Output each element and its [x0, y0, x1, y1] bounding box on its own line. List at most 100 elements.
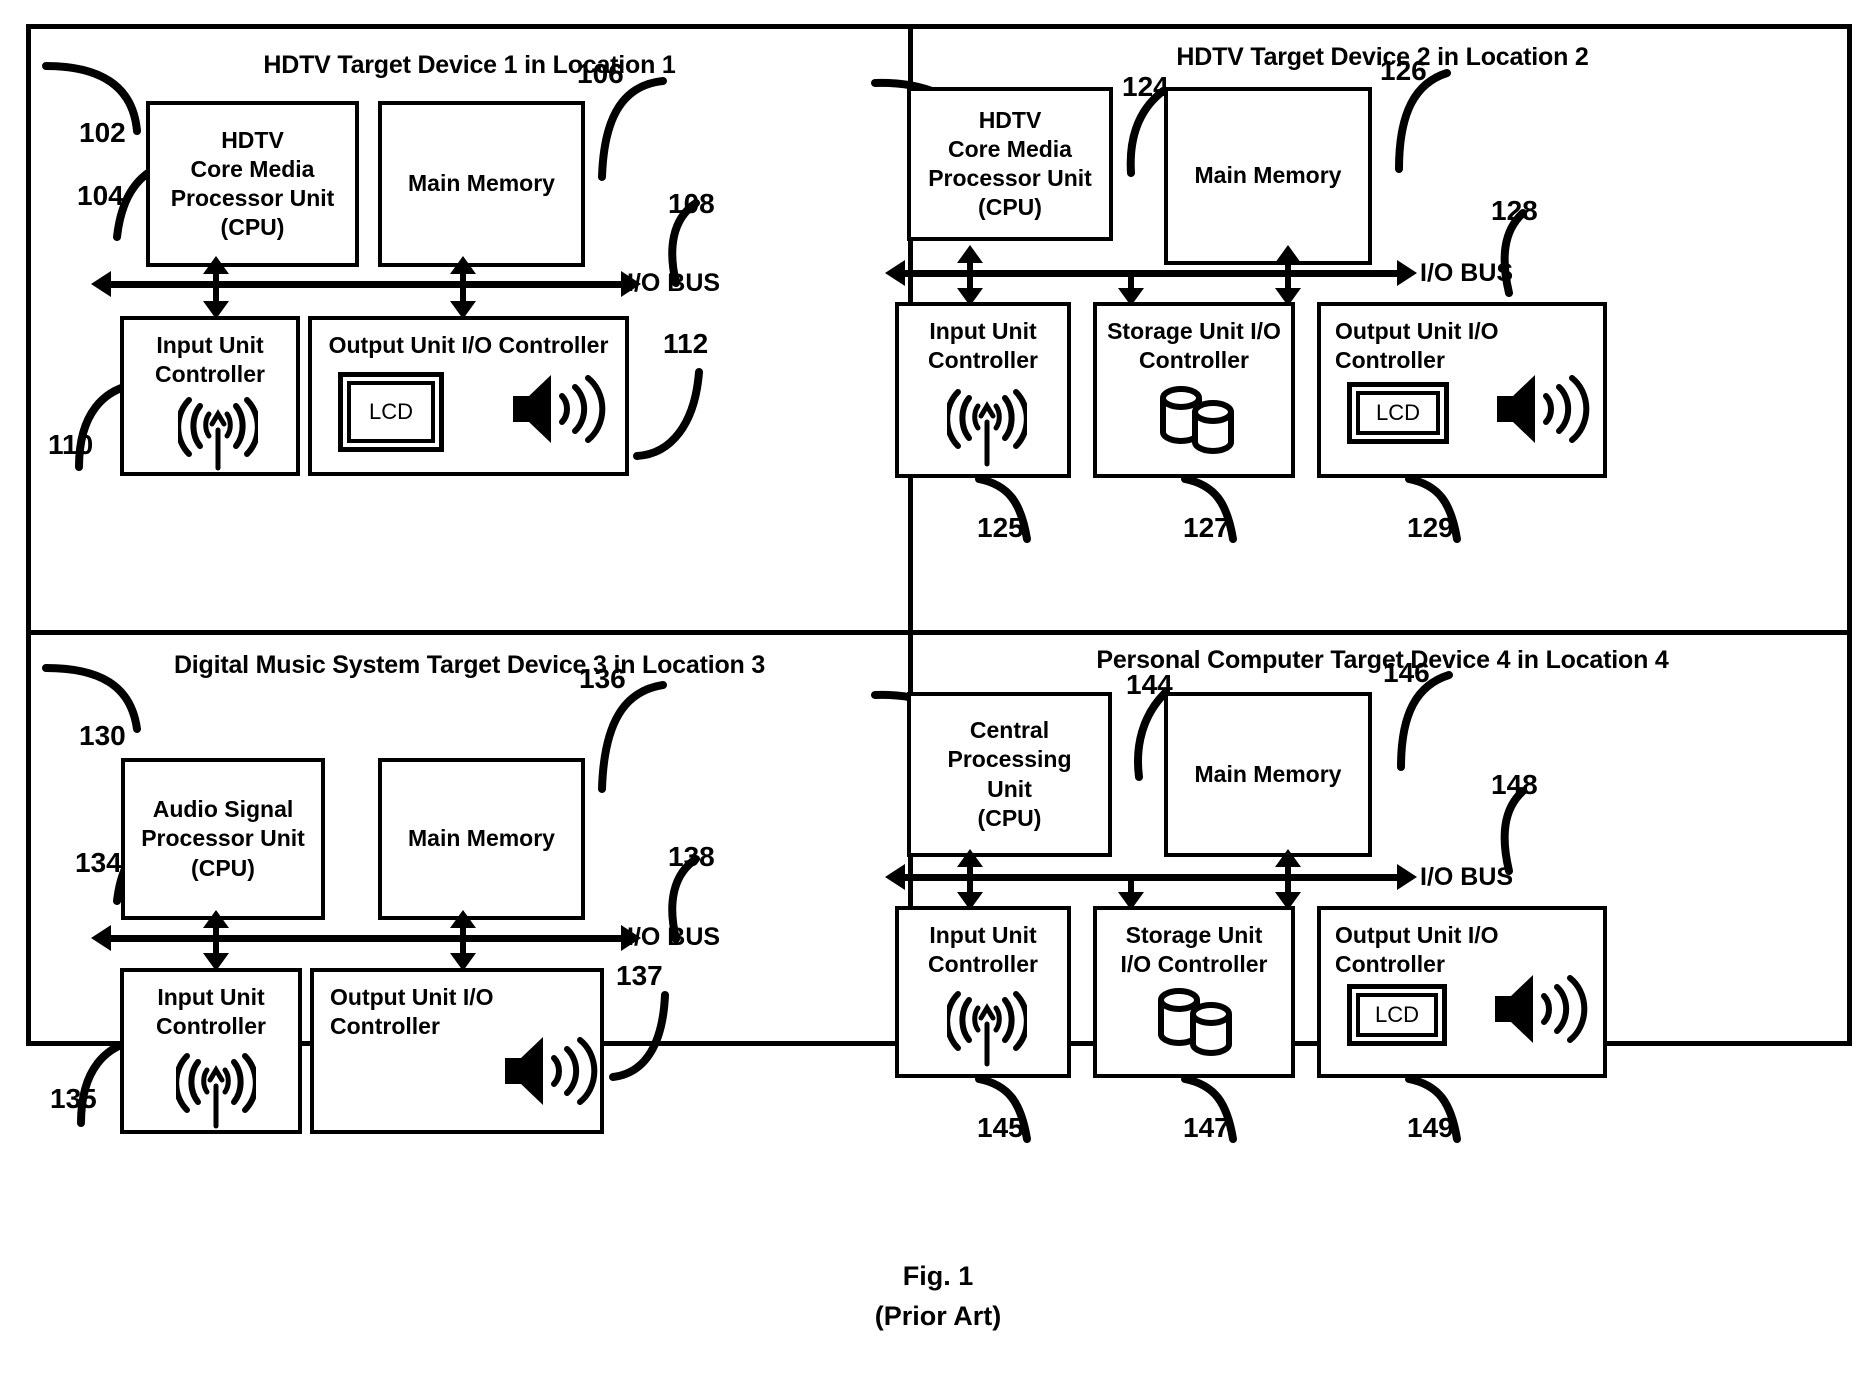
box-memory-2-label: Main Memory [1194, 162, 1342, 189]
refnum-112: 112 [663, 328, 709, 359]
box-input-controller-2-line0: Input Unit [929, 318, 1037, 344]
box-cpu-4-line3: (CPU) [977, 804, 1042, 831]
refnum-127: 127 [1183, 512, 1230, 543]
lcd-icon: LCD [1347, 984, 1447, 1046]
leader-136 [580, 679, 672, 799]
lcd-label: LCD [1375, 400, 1420, 426]
quadrant-title-3: Digital Music System Target Device 3 in … [173, 651, 766, 679]
box-output-controller-3: Output Unit I/O Controller [310, 968, 604, 1134]
speaker-icon [507, 368, 607, 450]
box-cpu-2-line1: Core Media [948, 135, 1072, 162]
box-output-controller-2-line0: Output Unit I/O [1335, 318, 1499, 344]
mem-bus-arrow-up-1 [450, 256, 476, 274]
refnum-108: 108 [668, 188, 715, 219]
box-cpu-1: HDTV Core Media Processor Unit (CPU) [146, 101, 359, 267]
box-cpu-2-line2: Processor Unit [928, 165, 1092, 191]
box-input-controller-4: Input Unit Controller [895, 906, 1071, 1078]
io-bus-label-3: I/O BUS [627, 923, 721, 951]
box-cpu-4-line1: Processing [947, 746, 1072, 773]
box-input-controller-3-line1: Controller [156, 1013, 266, 1040]
refnum-146: 146 [1383, 657, 1430, 688]
refnum-125: 125 [977, 512, 1024, 543]
lcd-label: LCD [368, 399, 413, 425]
quadrant-hdtv-device-2: HDTV Target Device 2 in Location 2 120 1… [871, 29, 1852, 630]
io-bus-label-2: I/O BUS [1420, 259, 1514, 287]
figure-caption-line2: (Prior Art) [874, 1301, 1002, 1331]
box-output-controller-2: Output Unit I/O Controller LCD [1317, 302, 1607, 478]
mem-bus-arrow-up-3 [450, 910, 476, 928]
io-bus-arrow-right-4 [1397, 864, 1417, 890]
refnum-106: 106 [577, 58, 624, 89]
box-output-controller-4: Output Unit I/O Controller LCD [1317, 906, 1607, 1078]
speaker-icon [1491, 368, 1591, 450]
refnum-138: 138 [668, 841, 715, 872]
antenna-icon [176, 1046, 256, 1130]
box-cpu-1-line0: HDTV [221, 126, 284, 153]
box-cpu-3-line0: Audio Signal [152, 796, 294, 823]
box-input-controller-4-line1: Controller [928, 951, 1038, 978]
refnum-134: 134 [75, 847, 122, 878]
io-bus-arrow-left-1 [91, 271, 111, 297]
io-bus-arrow-left-3 [91, 925, 111, 951]
antenna-icon [947, 382, 1027, 468]
quadrant-hdtv-device-1: HDTV Target Device 1 in Location 1 102 1… [31, 29, 908, 630]
box-storage-controller-4: Storage Unit I/O Controller [1093, 906, 1295, 1078]
box-cpu-2-line0: HDTV [978, 106, 1042, 133]
quadrant-digital-music-device-3: Digital Music System Target Device 3 in … [31, 635, 908, 1134]
box-storage-controller-4-line1: I/O Controller [1120, 951, 1268, 978]
box-input-controller-2: Input Unit Controller [895, 302, 1071, 478]
box-output-controller-4-line0: Output Unit I/O [1335, 922, 1499, 948]
io-bus-arrow-left-4 [885, 864, 905, 890]
quadrant-personal-computer-device-4: Personal Computer Target Device 4 in Loc… [871, 635, 1852, 1143]
refnum-148: 148 [1491, 769, 1538, 800]
refnum-135: 135 [50, 1083, 97, 1114]
box-output-controller-1-line0: Output Unit I/O Controller [328, 332, 609, 358]
box-cpu-3-line1: Processor Unit [141, 825, 305, 852]
refnum-110: 110 [48, 429, 94, 460]
box-input-controller-1-line1: Controller [155, 361, 265, 388]
cpu-bus-arrow-up-2 [957, 245, 983, 263]
box-memory-4: Main Memory [1164, 692, 1372, 857]
quadrant-title-1: HDTV Target Device 1 in Location 1 [263, 51, 676, 79]
database-icon [1153, 986, 1245, 1060]
io-bus-arrow-left-2 [885, 260, 905, 286]
box-input-controller-4-line0: Input Unit [929, 922, 1037, 948]
box-input-controller-2-line1: Controller [928, 347, 1038, 374]
io-bus-line-3 [111, 935, 621, 942]
io-bus-label-4: I/O BUS [1420, 863, 1514, 891]
refnum-129: 129 [1407, 512, 1454, 543]
box-memory-1-label: Main Memory [408, 170, 555, 197]
box-cpu-1-line2: Processor Unit [170, 185, 335, 211]
figure-caption-line1: Fig. 1 [902, 1261, 974, 1291]
box-cpu-1-line3: (CPU) [220, 214, 285, 241]
io-bus-line-4 [905, 874, 1397, 881]
speaker-icon [1489, 968, 1589, 1050]
box-memory-4-label: Main Memory [1194, 760, 1342, 787]
box-cpu-4-line2: Unit [987, 775, 1032, 802]
io-bus-arrow-right-2 [1397, 260, 1417, 286]
box-input-controller-3-line0: Input Unit [157, 984, 265, 1010]
lcd-screen: LCD [1356, 993, 1438, 1037]
leader-106 [580, 75, 672, 187]
box-output-controller-1: Output Unit I/O Controller LCD [308, 316, 629, 476]
box-cpu-2-line3: (CPU) [978, 194, 1042, 221]
refnum-104: 104 [77, 180, 124, 211]
output-bus-arrow-up-2 [1275, 245, 1301, 263]
refnum-149: 149 [1407, 1112, 1454, 1143]
box-cpu-3-line2: (CPU) [191, 854, 255, 881]
refnum-130: 130 [79, 720, 126, 751]
antenna-icon [178, 392, 258, 472]
refnum-128: 128 [1491, 195, 1538, 226]
io-bus-line-1 [111, 281, 621, 288]
box-memory-3-label: Main Memory [408, 825, 555, 852]
box-storage-controller-2-line1: Controller [1139, 347, 1249, 374]
box-input-controller-1: Input Unit Controller [120, 316, 300, 476]
box-storage-controller-4-line0: Storage Unit [1125, 922, 1263, 948]
speaker-icon [499, 1030, 599, 1112]
io-bus-label-1: I/O BUS [627, 269, 721, 297]
antenna-icon [947, 984, 1027, 1068]
io-bus-line-2 [905, 270, 1397, 277]
leader-137 [591, 985, 687, 1085]
box-cpu-4-line0: Central [969, 717, 1050, 744]
box-storage-controller-2-line0: Storage Unit I/O [1107, 318, 1281, 344]
